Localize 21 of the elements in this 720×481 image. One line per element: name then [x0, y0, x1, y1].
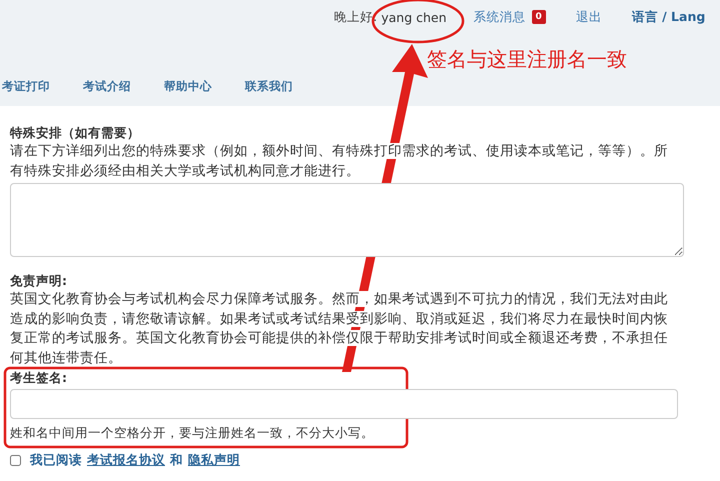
section-title: 特殊安排（如有需要） [10, 124, 141, 142]
special-requests-field[interactable] [10, 183, 684, 257]
agreement-text: 和 [170, 452, 183, 469]
message-count-badge: 0 [532, 10, 546, 24]
signature-hint: 姓和名中间用一个空格分开，要与注册姓名一致，不分大小写。 [10, 424, 375, 442]
annotation-text: 签名与这里注册名一致 [427, 46, 627, 73]
signature-field[interactable] [10, 389, 678, 419]
logout-link[interactable]: 退出 [576, 8, 602, 26]
nav-link[interactable]: 帮助中心 [164, 79, 212, 94]
username-text: yang chen [381, 10, 447, 24]
nav-link[interactable]: 考证打印 [2, 79, 50, 94]
agreement-checkbox[interactable] [10, 455, 21, 466]
terms-link[interactable]: 考试报名协议 [87, 452, 165, 469]
section-title: 免责声明: [10, 272, 68, 290]
nav-link[interactable]: 考试介绍 [83, 79, 131, 94]
messages-link[interactable]: 系统消息 [474, 8, 526, 26]
agreement-text: 我已阅读 [30, 452, 82, 469]
privacy-link[interactable]: 隐私声明 [188, 452, 240, 469]
nav-link[interactable]: 联系我们 [245, 79, 293, 94]
language-link[interactable]: 语言 / Lang [632, 8, 706, 26]
signature-label: 考生签名: [10, 369, 68, 387]
